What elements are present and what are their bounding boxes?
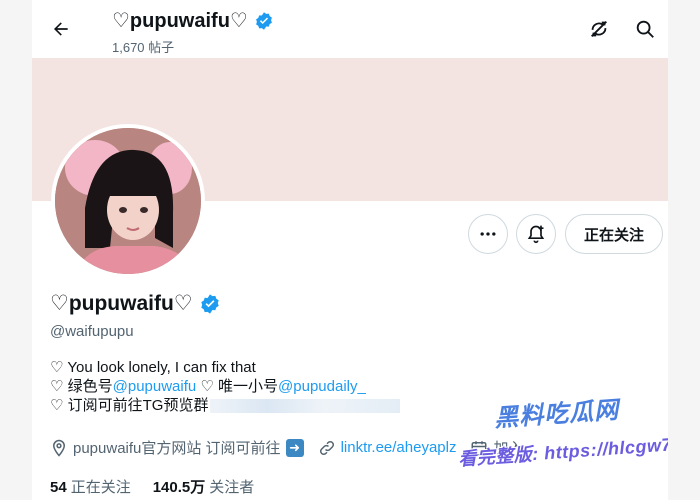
location-icon [52, 439, 66, 457]
following-button[interactable]: 正在关注 [565, 214, 663, 254]
mention-pupuwaifu[interactable]: @pupuwaifu [113, 378, 197, 395]
bio-line-2: ♡ 绿色号@pupuwaifu ♡ 唯一小号@pupudaily_ [50, 377, 400, 396]
bell-plus-icon [527, 225, 545, 244]
followers-stat[interactable]: 140.5万 关注者 [153, 476, 255, 497]
more-button[interactable] [468, 214, 508, 254]
avatar-illustration [55, 128, 201, 274]
back-arrow-icon [54, 22, 68, 36]
profile-display-name-row: ♡pupuwaifu♡ [50, 291, 221, 316]
watermark-url: 看完整版: https://hlcgw78.com [457, 430, 668, 470]
header-display-name: ♡pupuwaifu♡ [112, 10, 248, 32]
followers-count: 140.5万 [152, 479, 206, 496]
profile-page: ♡pupuwaifu♡ 1,670 帖子 正在关注 ♡pupuwaifu♡ @w… [32, 0, 668, 500]
bio-line-3-prefix: ♡ 订阅可前往TG预览群 [50, 397, 209, 414]
profile-stats: 54 正在关注 140.5万 关注者 [50, 476, 254, 497]
arrow-right-icon: ➜ [285, 438, 304, 457]
translate-off-button[interactable] [584, 14, 614, 44]
profile-link[interactable]: linktr.ee/aheyaplz [341, 439, 457, 456]
bio-line-2-middle: ♡ 唯一小号 [196, 378, 279, 395]
top-bar: ♡pupuwaifu♡ 1,670 帖子 [32, 0, 668, 58]
search-icon [636, 20, 654, 38]
back-button[interactable] [44, 12, 78, 46]
translate-off-icon [591, 21, 607, 37]
mention-pupudaily[interactable]: @pupudaily_ [278, 378, 366, 395]
avatar[interactable] [51, 124, 205, 278]
search-button[interactable] [630, 14, 660, 44]
profile-bio: ♡ You look lonely, I can fix that ♡ 绿色号@… [50, 358, 401, 415]
followers-label: 关注者 [209, 479, 255, 496]
profile-display-name: ♡pupuwaifu♡ [50, 292, 193, 315]
bio-line-2-prefix: ♡ 绿色号 [50, 378, 113, 395]
notifications-button[interactable] [516, 214, 556, 254]
redacted-text [210, 399, 401, 414]
meta-link[interactable]: linktr.ee/aheyaplz [318, 439, 457, 457]
following-stat[interactable]: 54 正在关注 [50, 476, 131, 497]
meta-location: pupuwaifu官方网站 订阅可前往 ➜ [50, 437, 304, 458]
bio-line-3: ♡ 订阅可前往TG预览群 [50, 396, 401, 415]
watermark-title: 黑料吃瓜网 [493, 396, 620, 433]
verified-badge-icon [255, 11, 272, 30]
location-text: pupuwaifu官方网站 订阅可前往 [73, 440, 281, 457]
link-icon [319, 440, 334, 455]
post-count: 1,670 帖子 [112, 40, 175, 55]
avatar-photo [55, 128, 201, 274]
following-count: 54 [50, 479, 67, 496]
following-label: 正在关注 [70, 479, 131, 496]
profile-handle: @waifupupu [50, 323, 134, 340]
more-icon [480, 232, 496, 236]
bio-line-1: ♡ You look lonely, I can fix that [50, 359, 256, 376]
verified-badge-icon[interactable] [199, 293, 221, 315]
header-title: ♡pupuwaifu♡ [112, 8, 274, 33]
